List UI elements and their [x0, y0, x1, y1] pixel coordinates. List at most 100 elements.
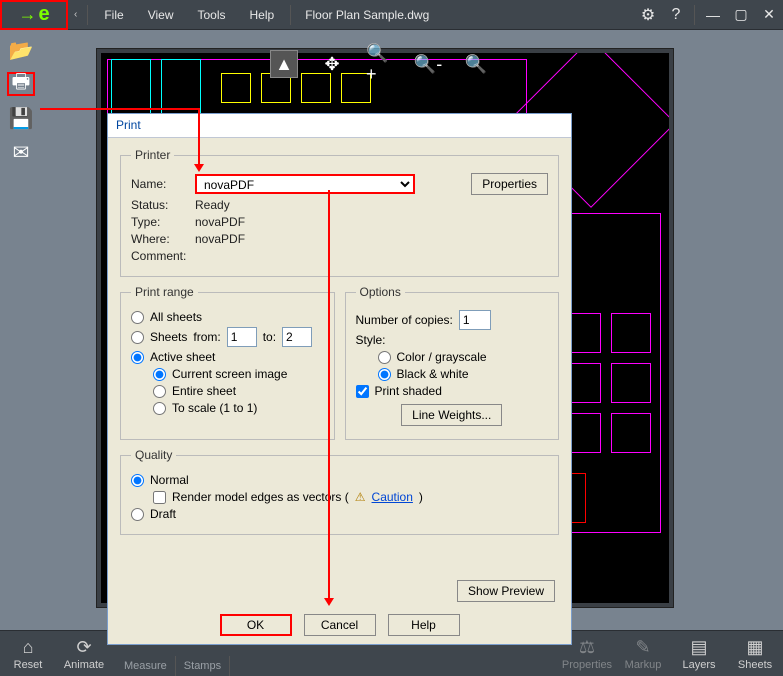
- sheets-icon: ▦: [727, 637, 783, 657]
- ok-button[interactable]: OK: [220, 614, 292, 636]
- viewport-toolbar: ▲ ✥ 🔍+ 🔍- 🔍: [270, 50, 490, 78]
- pencil-icon: ✎: [615, 637, 671, 657]
- show-preview-button[interactable]: Show Preview: [457, 580, 555, 602]
- status-value: Ready: [195, 198, 230, 212]
- save-icon[interactable]: 💾: [7, 106, 35, 130]
- logo-arrow-icon: →: [18, 4, 36, 25]
- where-value: novaPDF: [195, 232, 245, 246]
- logo-letter: e: [38, 3, 49, 26]
- layers-icon: ▤: [671, 637, 727, 657]
- print-dialog: Print Printer Name: novaPDF Properties S…: [107, 113, 572, 645]
- quality-group: Quality Normal Render model edges as vec…: [120, 448, 559, 535]
- active-sheet-label: Active sheet: [150, 350, 215, 364]
- current-screen-label: Current screen image: [172, 367, 287, 381]
- style-label: Style:: [356, 333, 386, 347]
- gear-icon[interactable]: ⚙: [634, 5, 662, 25]
- caution-link[interactable]: Caution: [372, 490, 413, 504]
- to-scale-radio[interactable]: [153, 402, 166, 415]
- name-label: Name:: [131, 177, 189, 191]
- bw-radio[interactable]: [378, 368, 391, 381]
- minimize-button[interactable]: —: [699, 7, 727, 23]
- refresh-icon: ⟳: [56, 637, 112, 657]
- help-button[interactable]: Help: [388, 614, 460, 636]
- layers-panel-button[interactable]: ▤Layers: [671, 637, 727, 671]
- separator: [694, 5, 695, 25]
- copies-label: Number of copies:: [356, 313, 453, 327]
- draft-radio[interactable]: [131, 508, 144, 521]
- entire-sheet-label: Entire sheet: [172, 384, 236, 398]
- printer-group: Printer Name: novaPDF Properties Status:…: [120, 148, 559, 277]
- close-button[interactable]: ✕: [755, 6, 783, 23]
- to-field[interactable]: [282, 327, 312, 347]
- maximize-button[interactable]: ▢: [727, 6, 755, 23]
- properties-button[interactable]: Properties: [471, 173, 548, 195]
- print-icon[interactable]: 🖶: [7, 72, 35, 96]
- menu-help[interactable]: Help: [238, 0, 287, 30]
- zoom-out-icon[interactable]: 🔍-: [414, 50, 442, 78]
- zoom-in-icon[interactable]: 🔍+: [366, 50, 394, 78]
- where-label: Where:: [131, 232, 189, 246]
- menu-view[interactable]: View: [136, 0, 186, 30]
- render-vectors-label: Render model edges as vectors (: [172, 490, 349, 504]
- options-group: Options Number of copies: Style: Color /…: [345, 285, 560, 440]
- printer-legend: Printer: [131, 148, 174, 162]
- cursor-icon[interactable]: ▲: [270, 50, 298, 78]
- draft-label: Draft: [150, 507, 176, 521]
- home-icon: ⌂: [0, 637, 56, 657]
- open-file-icon[interactable]: 📂: [7, 38, 35, 62]
- printer-name-select[interactable]: novaPDF: [195, 174, 415, 194]
- menu-file[interactable]: File: [92, 0, 135, 30]
- status-label: Status:: [131, 198, 189, 212]
- tab-measure[interactable]: Measure: [116, 656, 176, 676]
- sheets-panel-button[interactable]: ▦Sheets: [727, 637, 783, 671]
- line-weights-button[interactable]: Line Weights...: [401, 404, 502, 426]
- mail-icon[interactable]: ✉: [7, 140, 35, 164]
- zoom-extents-icon[interactable]: 🔍: [462, 50, 490, 78]
- current-screen-radio[interactable]: [153, 368, 166, 381]
- animate-button[interactable]: ⟳Animate: [56, 637, 112, 671]
- render-vectors-close: ): [419, 490, 423, 504]
- to-label: to:: [263, 330, 276, 344]
- comment-label: Comment:: [131, 249, 189, 263]
- type-value: novaPDF: [195, 215, 245, 229]
- menubar: → e ‹ File View Tools Help Floor Plan Sa…: [0, 0, 783, 30]
- normal-radio[interactable]: [131, 474, 144, 487]
- print-shaded-checkbox[interactable]: [356, 385, 369, 398]
- from-field[interactable]: [227, 327, 257, 347]
- pan-icon[interactable]: ✥: [318, 50, 346, 78]
- app-logo[interactable]: → e: [0, 0, 68, 30]
- render-vectors-checkbox[interactable]: [153, 491, 166, 504]
- tab-stamps[interactable]: Stamps: [176, 656, 230, 676]
- left-toolbar: 📂 🖶 💾 ✉: [0, 30, 42, 164]
- copies-field[interactable]: [459, 310, 491, 330]
- entire-sheet-radio[interactable]: [153, 385, 166, 398]
- normal-label: Normal: [150, 473, 189, 487]
- warning-icon: ⚠: [355, 490, 366, 504]
- chevron-left-icon[interactable]: ‹: [68, 9, 83, 20]
- markup-panel-button: ✎Markup: [615, 637, 671, 671]
- document-title: Floor Plan Sample.dwg: [295, 8, 439, 22]
- help-icon[interactable]: ?: [662, 6, 690, 24]
- active-sheet-radio[interactable]: [131, 351, 144, 364]
- color-radio[interactable]: [378, 351, 391, 364]
- dialog-title: Print: [108, 114, 571, 138]
- menu-tools[interactable]: Tools: [185, 0, 237, 30]
- print-shaded-label: Print shaded: [375, 384, 442, 398]
- sheets-radio[interactable]: [131, 331, 144, 344]
- to-scale-label: To scale (1 to 1): [172, 401, 257, 415]
- range-legend: Print range: [131, 285, 198, 299]
- separator: [87, 5, 88, 25]
- cancel-button[interactable]: Cancel: [304, 614, 376, 636]
- separator: [290, 5, 291, 25]
- print-range-group: Print range All sheets Sheets from: to: …: [120, 285, 335, 440]
- bw-label: Black & white: [397, 367, 469, 381]
- sheets-label: Sheets: [150, 330, 187, 344]
- reset-button[interactable]: ⌂Reset: [0, 637, 56, 671]
- from-label: from:: [193, 330, 220, 344]
- quality-legend: Quality: [131, 448, 176, 462]
- dialog-buttons: OK Cancel Help: [108, 614, 571, 636]
- all-sheets-radio[interactable]: [131, 311, 144, 324]
- options-legend: Options: [356, 285, 405, 299]
- all-sheets-label: All sheets: [150, 310, 202, 324]
- type-label: Type:: [131, 215, 189, 229]
